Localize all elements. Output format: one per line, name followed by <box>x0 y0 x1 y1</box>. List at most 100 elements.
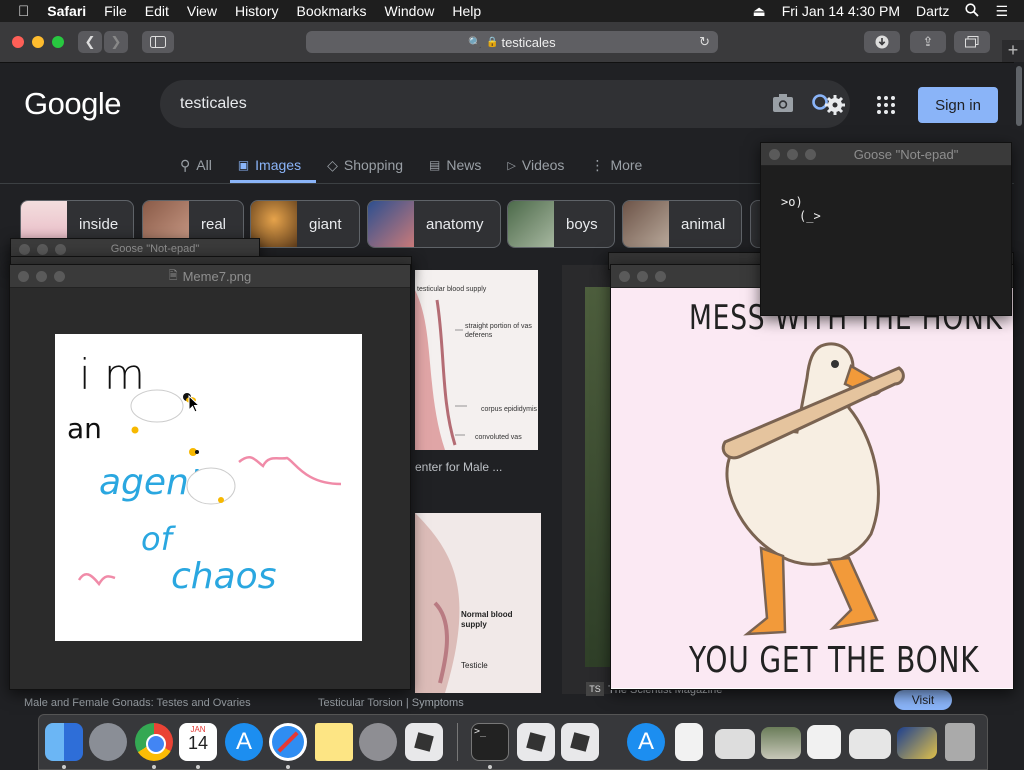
close-window-button[interactable] <box>19 244 30 255</box>
diagram-label: convoluted vas <box>475 434 522 441</box>
chip-boys[interactable]: boys <box>507 200 615 248</box>
zoom-window-button[interactable] <box>55 244 66 255</box>
result-image-torsion-diagram[interactable]: Normal blood supply Testicle <box>415 513 541 693</box>
tab-videos[interactable]: ▷ Videos <box>507 150 564 180</box>
roblox-icon[interactable] <box>405 723 443 761</box>
finder-icon[interactable] <box>45 723 83 761</box>
roblox-studio-icon[interactable] <box>517 723 555 761</box>
menubar-user[interactable]: Dartz <box>916 3 949 19</box>
visit-button[interactable]: Visit <box>894 690 952 710</box>
notes-icon[interactable] <box>315 723 353 761</box>
result-image-partial[interactable] <box>585 287 610 667</box>
minimize-window-button[interactable] <box>787 149 798 160</box>
menu-history[interactable]: History <box>235 3 279 19</box>
back-button[interactable]: ❮ <box>78 31 102 53</box>
search-settings-icon[interactable] <box>811 92 847 121</box>
chip-anatomy[interactable]: anatomy <box>367 200 501 248</box>
notepad-text-line[interactable]: (_> <box>799 209 821 223</box>
google-search-box[interactable]: testicales <box>160 80 850 128</box>
new-tab-button[interactable]: + <box>1002 40 1024 62</box>
photo-thumbnail-icon[interactable] <box>761 727 801 759</box>
share-button[interactable]: ⇪ <box>910 31 946 53</box>
menu-file[interactable]: File <box>104 3 127 19</box>
app-store-icon[interactable]: A <box>225 723 263 761</box>
menu-view[interactable]: View <box>187 3 217 19</box>
chip-giant[interactable]: giant <box>250 200 360 248</box>
minimize-window-button[interactable] <box>32 36 44 48</box>
more-vert-icon: ⋮ <box>590 156 605 173</box>
trash-icon[interactable] <box>945 723 975 761</box>
downloads-button[interactable] <box>864 31 900 53</box>
zoom-window-button[interactable] <box>805 149 816 160</box>
zip-archive-icon[interactable] <box>675 723 703 761</box>
download-icon <box>875 35 889 49</box>
notepad-text-line[interactable]: >o) <box>781 195 803 209</box>
image-thumbnail-icon[interactable] <box>897 727 937 759</box>
window-titlebar[interactable]: 🗎 Meme7.png <box>10 265 410 288</box>
meme7-window[interactable]: 🗎 Meme7.png i m an agent of chaos <box>9 264 411 690</box>
document-icon: 🗎 <box>168 269 178 282</box>
zoom-window-button[interactable] <box>52 36 64 48</box>
goose-notepad-window[interactable]: Goose "Not-epad" >o) (_> <box>760 142 1012 316</box>
camera-icon[interactable] <box>772 93 794 118</box>
tab-news[interactable]: ▤ News <box>429 150 481 180</box>
zoom-window-button[interactable] <box>655 271 666 282</box>
google-logo[interactable]: Google <box>24 86 121 122</box>
reload-icon[interactable]: ↻ <box>699 34 710 50</box>
search-query[interactable]: testicales <box>180 95 247 113</box>
close-window-button[interactable] <box>619 271 630 282</box>
minimize-window-button[interactable] <box>36 271 47 282</box>
control-center-list-icon[interactable]: ☰ <box>995 3 1008 20</box>
system-preferences-gear-icon[interactable] <box>359 723 397 761</box>
spotlight-search-icon[interactable] <box>965 2 980 20</box>
tab-shopping[interactable]: ◇ Shopping <box>327 150 403 180</box>
calendar-icon[interactable]: JAN 14 <box>179 723 217 761</box>
sidebar-toggle-button[interactable] <box>142 31 174 53</box>
menu-help[interactable]: Help <box>452 3 481 19</box>
minimize-window-button[interactable] <box>37 244 48 255</box>
app-store-download-icon[interactable]: A <box>627 723 665 761</box>
address-bar[interactable]: 🔍 🔒 testicales ↻ <box>306 31 718 53</box>
tag-icon: ◇ <box>327 156 338 173</box>
menu-window[interactable]: Window <box>385 3 435 19</box>
sign-in-button[interactable]: Sign in <box>918 87 998 123</box>
result-caption[interactable]: Testicular Torsion | Symptoms <box>318 697 464 709</box>
goose-meme-window[interactable]: MESS WITH THE HONK YOU GET THE BONK <box>610 264 1014 690</box>
result-caption[interactable]: enter for Male ... <box>415 460 502 474</box>
page-scrollbar[interactable] <box>1014 62 1024 712</box>
tab-images[interactable]: ▣ Images <box>238 150 301 180</box>
close-window-button[interactable] <box>12 36 24 48</box>
chrome-icon[interactable] <box>135 723 173 761</box>
window-thumbnail-icon[interactable] <box>849 729 891 759</box>
minimize-window-button[interactable] <box>637 271 648 282</box>
window-title: Goose "Not-epad" <box>853 146 959 162</box>
terminal-icon[interactable]: >_ <box>471 723 509 761</box>
close-window-button[interactable] <box>18 271 29 282</box>
eject-icon[interactable]: ⏏ <box>752 3 765 20</box>
safari-compass-icon[interactable] <box>269 723 307 761</box>
goose-with-bat-illustration <box>721 342 905 636</box>
screenshot-thumbnail-icon[interactable] <box>715 729 755 759</box>
menubar-clock[interactable]: Fri Jan 14 4:30 PM <box>782 3 900 19</box>
result-image-anatomy-diagram[interactable]: testicular blood supply straight portion… <box>415 270 538 450</box>
news-icon: ▤ <box>429 158 441 172</box>
launchpad-rocket-icon[interactable] <box>89 723 127 761</box>
document-thumbnail-icon[interactable] <box>807 725 841 759</box>
menu-app-name[interactable]: Safari <box>47 3 86 19</box>
roblox-player-icon[interactable] <box>561 723 599 761</box>
window-titlebar[interactable]: Goose "Not-epad" <box>761 143 1011 166</box>
tab-more[interactable]: ⋮ More <box>590 150 642 180</box>
diagram-label: Normal blood supply <box>461 610 513 629</box>
chip-animal[interactable]: animal <box>622 200 742 248</box>
menu-edit[interactable]: Edit <box>145 3 169 19</box>
apple-menu-icon[interactable]:  <box>18 3 29 20</box>
scrollbar-thumb[interactable] <box>1016 66 1022 126</box>
zoom-window-button[interactable] <box>54 271 65 282</box>
tab-all[interactable]: ⚲ All <box>180 150 212 180</box>
tab-overview-button[interactable] <box>954 31 990 53</box>
forward-button[interactable]: ❯ <box>104 31 128 53</box>
result-caption[interactable]: Male and Female Gonads: Testes and Ovari… <box>24 697 251 709</box>
google-apps-icon[interactable] <box>876 95 896 115</box>
menu-bookmarks[interactable]: Bookmarks <box>297 3 367 19</box>
close-window-button[interactable] <box>769 149 780 160</box>
